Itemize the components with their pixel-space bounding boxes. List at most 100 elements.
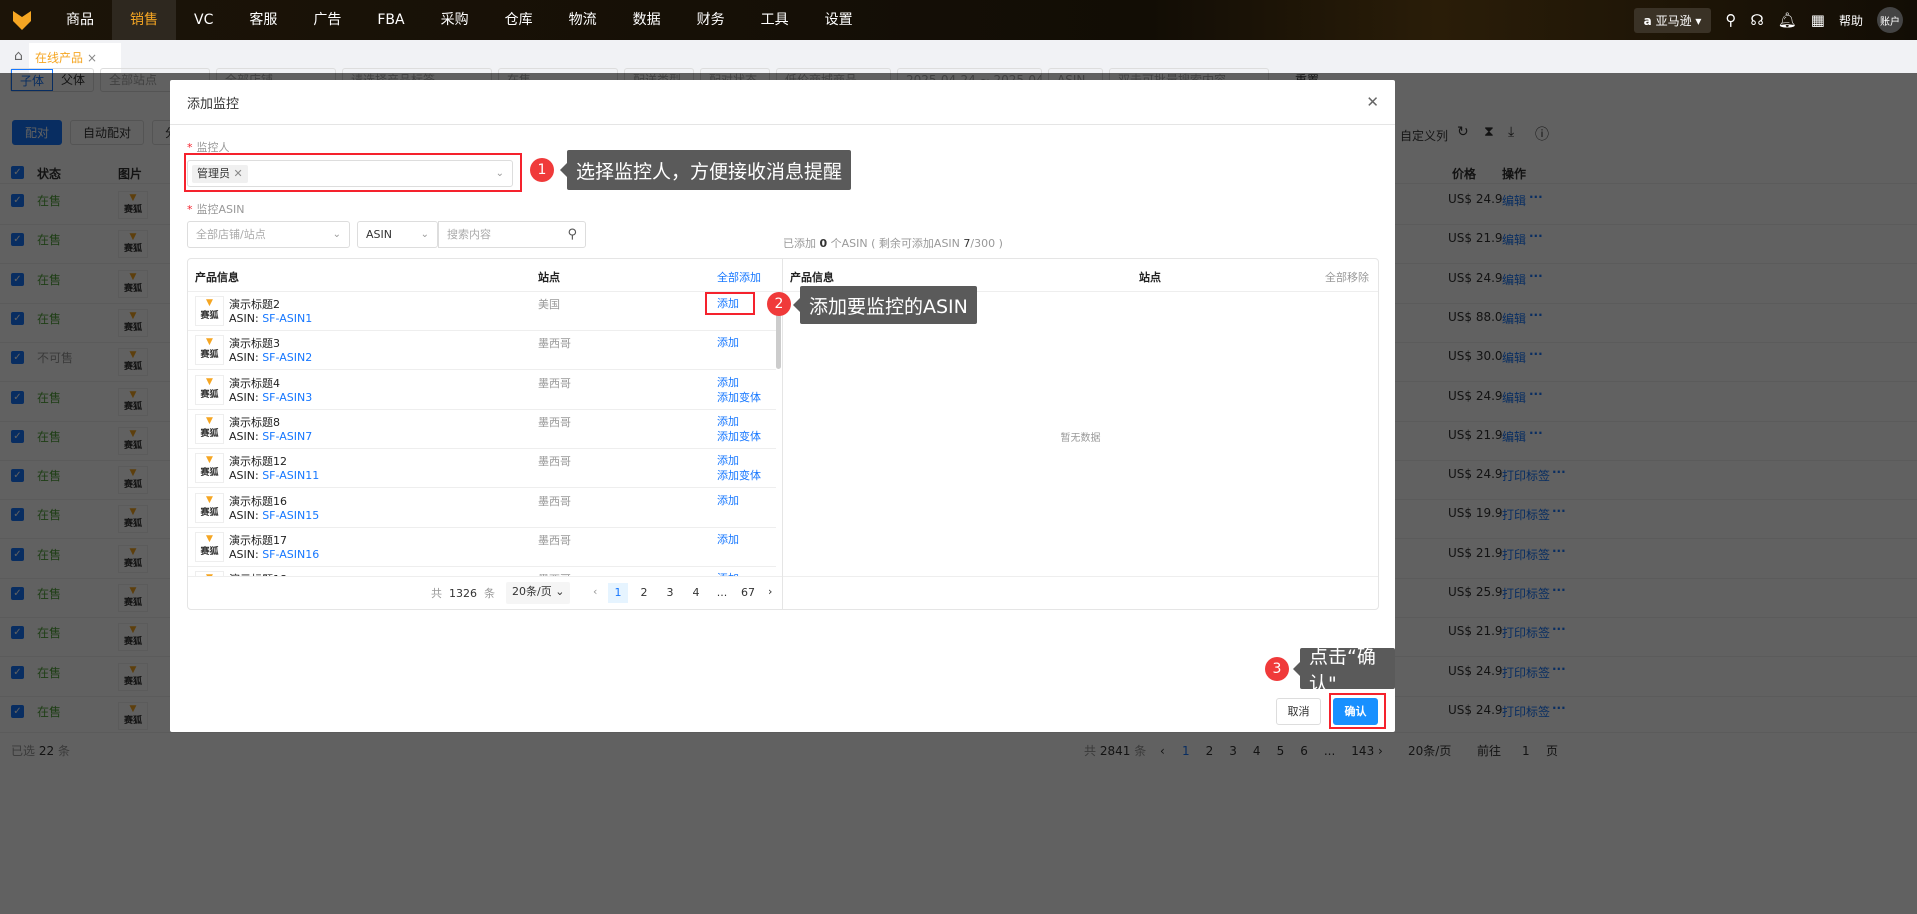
product-asin: ASIN: SF-ASIN11 bbox=[229, 469, 319, 482]
product-row: ▼ 赛狐 演示标题17 ASIN: SF-ASIN16 墨西哥 添加 bbox=[188, 528, 776, 567]
product-image: ▼赛狐 bbox=[195, 296, 224, 326]
page-5[interactable]: 67 bbox=[738, 583, 758, 603]
step-badge-3: 3 bbox=[1265, 657, 1289, 681]
product-asin: ASIN: SF-ASIN3 bbox=[229, 391, 312, 404]
asin-prefix: ASIN: bbox=[229, 429, 263, 443]
product-row: ▼ 赛狐 演示标题16 ASIN: SF-ASIN15 墨西哥 添加 bbox=[188, 489, 776, 528]
add-button[interactable]: 添加 bbox=[717, 414, 761, 429]
col-site: 站点 bbox=[538, 271, 560, 284]
left-pagination: 共 1326 条 20条/页 ⌄ ‹ 1 2 3 4... 67 › bbox=[188, 576, 782, 609]
asin-link[interactable]: SF-ASIN3 bbox=[262, 391, 312, 404]
search-placeholder: 搜索内容 bbox=[447, 228, 491, 241]
add-monitor-dialog: 添加监控 ✕ * 监控人 管理员 ✕ ⌄ 1 选择监控人，方便接收消息提醒 * 监控… bbox=[170, 80, 1395, 732]
row-actions: 添加 bbox=[717, 335, 739, 350]
step-badge-2: 2 bbox=[767, 292, 791, 316]
add-variant-button[interactable]: 添加变体 bbox=[717, 468, 761, 483]
step-tooltip-3: 点击“确认" bbox=[1293, 646, 1395, 695]
asin-prefix: ASIN: bbox=[229, 508, 263, 522]
row-actions: 添加 添加变体 bbox=[717, 414, 761, 444]
product-site: 墨西哥 bbox=[538, 455, 571, 469]
product-row: ▼ 赛狐 演示标题3 ASIN: SF-ASIN2 墨西哥 添加 bbox=[188, 331, 776, 371]
total-count: 1326 bbox=[449, 587, 477, 600]
asin-link[interactable]: SF-ASIN1 bbox=[262, 312, 312, 325]
remove-all-button[interactable]: 全部移除 bbox=[1325, 269, 1369, 285]
product-title: 演示标题17 bbox=[229, 533, 287, 547]
highlight-box-2 bbox=[705, 292, 755, 315]
total-prefix: 共 bbox=[431, 587, 442, 600]
product-asin: ASIN: SF-ASIN1 bbox=[229, 312, 312, 325]
asin-link[interactable]: SF-ASIN7 bbox=[262, 430, 312, 443]
product-site: 墨西哥 bbox=[538, 494, 571, 508]
asin-prefix: ASIN: bbox=[229, 547, 263, 561]
add-button[interactable]: 添加 bbox=[717, 335, 739, 350]
image-label: 赛狐 bbox=[200, 350, 219, 361]
add-variant-button[interactable]: 添加变体 bbox=[717, 429, 761, 444]
col-product: 产品信息 bbox=[790, 271, 834, 284]
image-label: 赛狐 bbox=[200, 468, 219, 479]
product-asin: ASIN: SF-ASIN7 bbox=[229, 430, 312, 443]
add-button[interactable]: 添加 bbox=[717, 453, 761, 468]
product-site: 墨西哥 bbox=[538, 376, 571, 390]
search-type-select[interactable]: ASIN ⌄ bbox=[357, 221, 438, 248]
image-label: 赛狐 bbox=[200, 507, 219, 518]
row-actions: 添加 添加变体 bbox=[717, 453, 761, 483]
image-label: 赛狐 bbox=[200, 311, 219, 321]
prev-page-icon[interactable]: ‹ bbox=[593, 585, 597, 598]
add-all-button[interactable]: 全部添加 bbox=[717, 269, 761, 285]
search-input[interactable]: 搜索内容 ⚲ bbox=[438, 221, 586, 248]
page-3[interactable]: 4 bbox=[686, 583, 706, 603]
product-site: 墨西哥 bbox=[538, 337, 571, 351]
product-title: 演示标题2 bbox=[229, 298, 280, 311]
asin-prefix: ASIN: bbox=[229, 390, 263, 404]
search-icon[interactable]: ⚲ bbox=[567, 222, 577, 247]
product-image: ▼赛狐 bbox=[195, 453, 224, 484]
product-site: 美国 bbox=[538, 298, 560, 311]
left-table-header: 产品信息 站点 全部添加 bbox=[188, 259, 782, 292]
product-image: ▼赛狐 bbox=[195, 374, 224, 405]
total-suffix: 条 bbox=[484, 587, 495, 600]
store-placeholder: 全部店铺/站点 bbox=[196, 228, 266, 241]
product-row: ▼ 赛狐 演示标题8 ASIN: SF-ASIN7 墨西哥 添加 添加变体 bbox=[188, 410, 776, 449]
add-button[interactable]: 添加 bbox=[717, 493, 739, 508]
product-asin: ASIN: SF-ASIN16 bbox=[229, 548, 319, 561]
add-variant-button[interactable]: 添加变体 bbox=[717, 390, 761, 405]
asin-link[interactable]: SF-ASIN16 bbox=[262, 548, 319, 561]
product-title: 演示标题4 bbox=[229, 376, 280, 390]
page-2[interactable]: 3 bbox=[660, 583, 680, 603]
search-type-value: ASIN bbox=[366, 228, 392, 241]
asin-link[interactable]: SF-ASIN11 bbox=[262, 469, 319, 482]
asin-link[interactable]: SF-ASIN15 bbox=[262, 509, 319, 522]
chevron-down-icon: ⌄ bbox=[332, 229, 341, 240]
step-badge-1: 1 bbox=[530, 158, 554, 182]
add-button[interactable]: 添加 bbox=[717, 375, 761, 390]
monitor-asin-label: * 监控ASIN bbox=[187, 203, 245, 216]
image-label: 赛狐 bbox=[200, 428, 219, 439]
product-row: ▼ 赛狐 演示标题12 ASIN: SF-ASIN11 墨西哥 添加 添加变体 bbox=[188, 449, 776, 489]
product-title: 演示标题8 bbox=[229, 415, 280, 429]
empty-state: 暂无数据 bbox=[1060, 433, 1101, 444]
step-tooltip-1: 选择监控人，方便接收消息提醒 bbox=[559, 150, 852, 190]
product-image: ▼赛狐 bbox=[195, 413, 224, 444]
col-product: 产品信息 bbox=[195, 271, 239, 284]
dialog-title: 添加监控 bbox=[170, 80, 1395, 125]
product-image: ▼赛狐 bbox=[195, 531, 224, 562]
asin-link[interactable]: SF-ASIN2 bbox=[262, 351, 312, 364]
chevron-down-icon: ⌄ bbox=[420, 229, 429, 240]
row-actions: 添加 添加变体 bbox=[717, 375, 761, 405]
available-products-panel: 产品信息 站点 全部添加 ▼ 赛狐 演示标题2 ASIN: SF-ASIN1 美国 添加 ▼… bbox=[187, 258, 783, 610]
page-4[interactable]: ... bbox=[712, 583, 732, 603]
add-button[interactable]: 添加 bbox=[717, 532, 739, 547]
page-size-select[interactable]: 20条/页 ⌄ bbox=[506, 582, 571, 604]
page-0[interactable]: 1 bbox=[608, 583, 628, 603]
highlight-box-3 bbox=[1329, 693, 1386, 729]
product-asin: ASIN: SF-ASIN2 bbox=[229, 351, 312, 364]
store-site-select[interactable]: 全部店铺/站点 ⌄ bbox=[187, 221, 350, 248]
added-count-info: 已添加 0 个ASIN ( 剩余可添加ASIN 7/300 ) bbox=[783, 237, 1003, 250]
close-icon[interactable]: ✕ bbox=[1366, 93, 1379, 111]
custom-columns-button[interactable]: 自定义列 bbox=[1398, 124, 1451, 147]
next-page-icon[interactable]: › bbox=[768, 585, 772, 598]
page-1[interactable]: 2 bbox=[634, 583, 654, 603]
cancel-button[interactable]: 取消 bbox=[1276, 698, 1321, 725]
page-size-select[interactable]: 20条/页 bbox=[1404, 740, 1456, 762]
row-actions: 添加 bbox=[717, 493, 739, 508]
